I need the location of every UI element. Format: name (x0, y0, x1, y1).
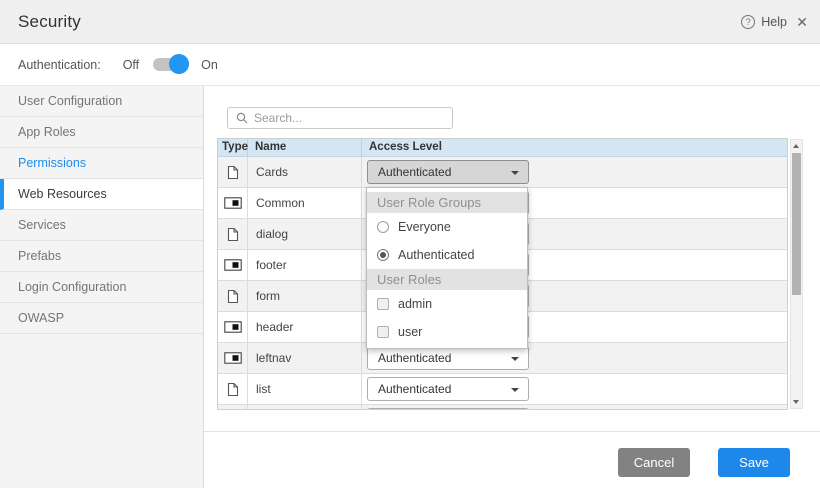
security-dialog: Security ? Help ✕ Authentication: Off On… (0, 0, 820, 488)
chevron-down-icon (511, 388, 519, 392)
help-button[interactable]: ? Help (741, 0, 787, 44)
sidebar-item-prefabs[interactable]: Prefabs (0, 241, 203, 272)
sidebar-item-user-configuration[interactable]: User Configuration (0, 86, 203, 117)
search-input[interactable] (254, 109, 452, 127)
table-row[interactable]: Cards Authenticated (218, 157, 787, 188)
authentication-toggle[interactable] (153, 58, 187, 71)
dropdown-option-admin[interactable]: admin (367, 290, 527, 318)
select-value: Authenticated (368, 382, 451, 396)
close-icon[interactable]: ✕ (796, 0, 808, 44)
row-name: Common (248, 188, 362, 218)
row-name: header (248, 312, 362, 342)
select-value: Authenticated (368, 165, 451, 179)
radio-unselected-icon[interactable] (377, 221, 389, 233)
sidebar-item-app-roles[interactable]: App Roles (0, 117, 203, 148)
page-icon (227, 165, 239, 180)
access-level-select[interactable]: Authenticated (367, 377, 529, 401)
dropdown-option-authenticated[interactable]: Authenticated (367, 241, 527, 269)
search-box (227, 107, 453, 129)
checkbox-unchecked-icon[interactable] (377, 326, 389, 338)
sidebar-item-owasp[interactable]: OWASP (0, 303, 203, 334)
column-header-access-level: Access Level (362, 139, 787, 156)
scrollbar-thumb[interactable] (792, 153, 801, 295)
row-name (248, 405, 362, 410)
sidebar-item-services[interactable]: Services (0, 210, 203, 241)
radio-selected-icon[interactable] (377, 249, 389, 261)
authentication-bar: Authentication: Off On (0, 44, 820, 86)
dropdown-section-user-role-groups: User Role Groups (367, 192, 527, 213)
option-label: user (398, 325, 422, 339)
table-header: Type Name Access Level (218, 139, 787, 157)
select-value: Authenticated (368, 351, 451, 365)
dropdown-option-everyone[interactable]: Everyone (367, 213, 527, 241)
table-row[interactable] (218, 405, 787, 410)
row-name: form (248, 281, 362, 311)
row-name: footer (248, 250, 362, 280)
checkbox-unchecked-icon[interactable] (377, 298, 389, 310)
row-name: dialog (248, 219, 362, 249)
dropdown-section-user-roles: User Roles (367, 269, 527, 290)
page-icon (227, 382, 239, 397)
sidebar: User Configuration App Roles Permissions… (0, 86, 204, 488)
access-level-select[interactable] (367, 408, 529, 410)
chevron-down-icon (511, 171, 519, 175)
option-label: Everyone (398, 220, 451, 234)
search-icon (236, 112, 248, 124)
scroll-down-icon[interactable] (791, 396, 802, 408)
titlebar: Security ? Help ✕ (0, 0, 820, 44)
scroll-up-icon[interactable] (791, 140, 802, 152)
row-name: list (248, 374, 362, 404)
sidebar-item-permissions[interactable]: Permissions (0, 148, 203, 179)
partial-icon (224, 321, 242, 333)
help-icon: ? (741, 15, 755, 29)
column-header-type: Type (218, 139, 248, 156)
toggle-thumb (169, 54, 189, 74)
partial-icon (224, 352, 242, 364)
column-header-name: Name (248, 139, 362, 156)
access-level-dropdown: User Role Groups Everyone Authenticated … (366, 187, 528, 349)
page-icon (227, 227, 239, 242)
footer-divider (204, 431, 820, 432)
partial-icon (224, 197, 242, 209)
access-level-select[interactable]: Authenticated (367, 160, 529, 184)
table-row[interactable]: list Authenticated (218, 374, 787, 405)
access-level-select[interactable]: Authenticated (367, 346, 529, 370)
option-label: Authenticated (398, 248, 474, 262)
partial-icon (224, 259, 242, 271)
toggle-off-label: Off (123, 58, 139, 72)
authentication-label: Authentication: (18, 58, 101, 72)
help-label: Help (761, 15, 787, 29)
dropdown-option-user[interactable]: user (367, 318, 527, 346)
page-title: Security (18, 0, 81, 44)
sidebar-item-login-configuration[interactable]: Login Configuration (0, 272, 203, 303)
option-label: admin (398, 297, 432, 311)
row-name: leftnav (248, 343, 362, 373)
toggle-on-label: On (201, 58, 218, 72)
table-scrollbar[interactable] (790, 139, 803, 409)
chevron-down-icon (511, 357, 519, 361)
save-button[interactable]: Save (718, 448, 790, 477)
cancel-button[interactable]: Cancel (618, 448, 690, 477)
page-icon (227, 289, 239, 304)
row-name: Cards (248, 157, 362, 187)
sidebar-item-web-resources[interactable]: Web Resources (0, 179, 203, 210)
